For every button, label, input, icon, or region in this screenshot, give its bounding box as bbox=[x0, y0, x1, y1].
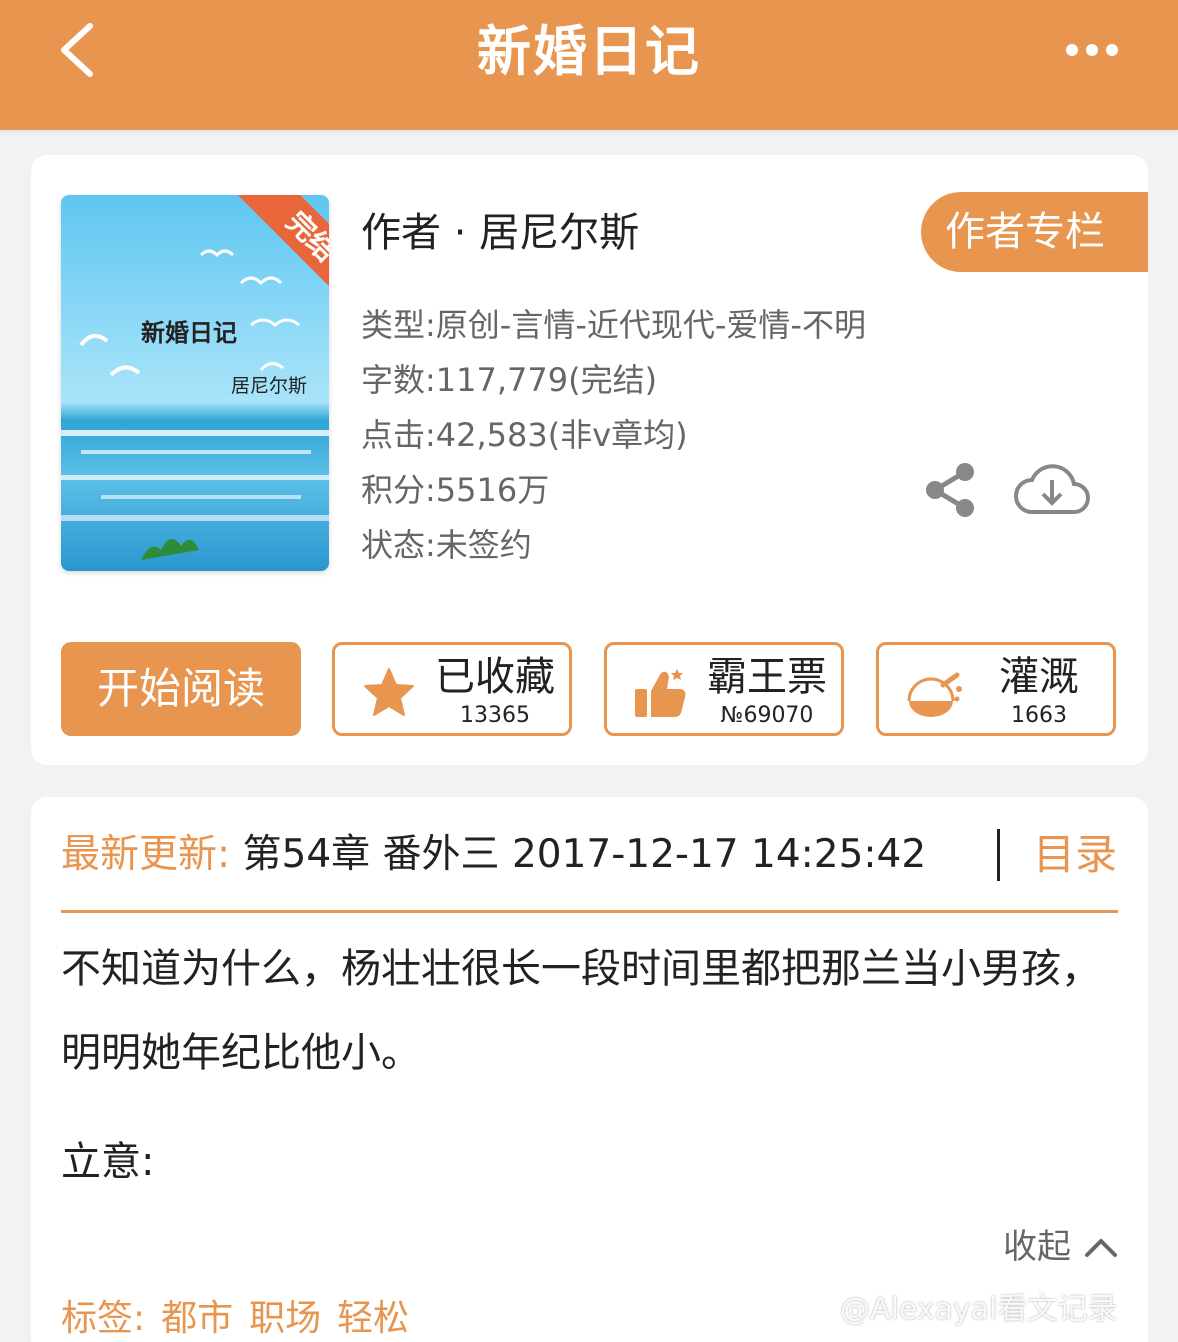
share-icon[interactable] bbox=[921, 460, 981, 520]
irrigate-label: 灌溉 bbox=[999, 654, 1079, 700]
thumbs-up-icon bbox=[635, 669, 686, 717]
table-of-contents-link[interactable]: 目录 bbox=[1033, 827, 1117, 883]
latest-update-text: 第54章 番外三 2017-12-17 14:25:42 bbox=[230, 832, 927, 877]
vote-button[interactable]: 霸王票 №69070 bbox=[604, 642, 844, 736]
divider bbox=[61, 910, 1118, 913]
favorite-label: 已收藏 bbox=[435, 654, 555, 700]
irrigate-button[interactable]: 灌溉 1663 bbox=[876, 642, 1116, 736]
cover-title: 新婚日记 bbox=[141, 319, 237, 347]
tags-label: 标签: bbox=[61, 1298, 146, 1339]
author-column-button[interactable]: 作者专栏 bbox=[921, 192, 1148, 272]
book-type: 类型:原创-言情-近代现代-爱情-不明 bbox=[361, 306, 866, 344]
page-title: 新婚日记 bbox=[477, 20, 701, 83]
book-description: 不知道为什么，杨壮壮很长一段时间里都把那兰当小男孩，明明她年纪比他小。 bbox=[61, 946, 1101, 1076]
vote-label: 霸王票 bbox=[707, 654, 827, 700]
favorite-count: 13365 bbox=[460, 703, 530, 728]
irrigate-count: 1663 bbox=[1011, 703, 1067, 728]
tag-item[interactable]: 职场 bbox=[249, 1298, 321, 1339]
watermark: @Alexayal看文记录 bbox=[840, 1292, 1118, 1327]
book-status: 状态:未签约 bbox=[361, 526, 532, 564]
tag-item[interactable]: 都市 bbox=[161, 1298, 233, 1339]
latest-update[interactable]: 最新更新: 第54章 番外三 2017-12-17 14:25:42 bbox=[61, 827, 1118, 883]
tags-row: 标签: 都市 职场 轻松 bbox=[61, 1297, 425, 1341]
top-bar: 新婚日记 bbox=[0, 0, 1178, 130]
favorite-button[interactable]: 已收藏 13365 bbox=[332, 642, 572, 736]
book-clicks: 点击:42,583(非v章均) bbox=[361, 416, 688, 454]
chevron-up-icon[interactable] bbox=[1083, 1229, 1119, 1265]
theme-label: 立意: bbox=[61, 1139, 155, 1185]
book-info-card: 新婚日记 居尼尔斯 完结 作者 · 居尼尔斯 作者专栏 类型:原创-言情-近代现… bbox=[31, 155, 1148, 765]
star-icon bbox=[364, 668, 414, 716]
cover-author: 居尼尔斯 bbox=[231, 375, 308, 397]
vertical-divider bbox=[997, 829, 1000, 881]
author-name[interactable]: 作者 · 居尼尔斯 bbox=[361, 208, 639, 258]
start-reading-button[interactable]: 开始阅读 bbox=[61, 642, 301, 736]
book-word-count: 字数:117,779(完结) bbox=[361, 361, 658, 399]
tag-item[interactable]: 轻松 bbox=[337, 1298, 409, 1339]
collapse-button[interactable]: 收起 bbox=[1003, 1225, 1071, 1269]
update-card: 最新更新: 第54章 番外三 2017-12-17 14:25:42 目录 不知… bbox=[31, 797, 1148, 1342]
more-icon[interactable] bbox=[1062, 38, 1122, 62]
vote-count: №69070 bbox=[720, 703, 814, 728]
book-cover[interactable]: 新婚日记 居尼尔斯 完结 bbox=[61, 195, 329, 571]
watering-icon bbox=[907, 672, 962, 717]
download-icon[interactable] bbox=[1014, 460, 1090, 520]
latest-update-label: 最新更新: bbox=[61, 832, 231, 877]
book-score: 积分:5516万 bbox=[361, 471, 550, 509]
